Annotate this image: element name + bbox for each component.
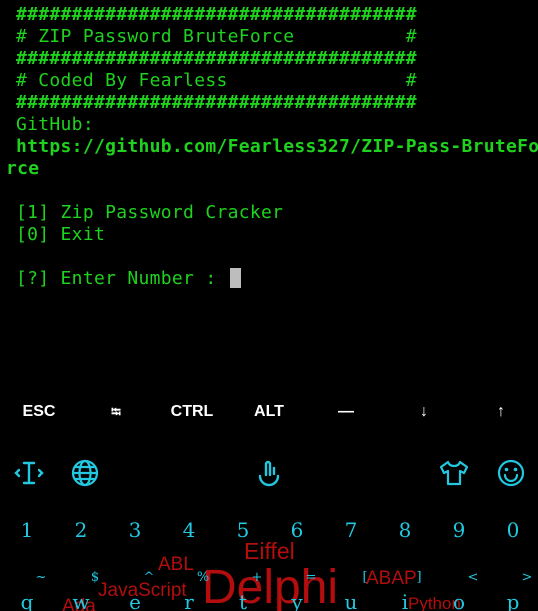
symbol-hint: [ (362, 570, 368, 585)
key-i[interactable]: i (390, 590, 420, 611)
key-u[interactable]: u (336, 590, 366, 611)
key-p[interactable]: p (498, 590, 528, 611)
symbol-hint: $ (90, 570, 100, 585)
key-4[interactable]: 4 (169, 518, 209, 542)
key-q[interactable]: q (12, 590, 42, 611)
symbol-hint: % (196, 570, 210, 585)
key-3[interactable]: 3 (115, 518, 155, 542)
extra-keys-row: ESC ⭾ CTRL ALT — ↓ ↑ (0, 392, 538, 432)
key-w[interactable]: w (66, 590, 96, 611)
key-7[interactable]: 7 (331, 518, 371, 542)
smiley-icon[interactable] (494, 456, 528, 490)
alt-key[interactable]: ALT (230, 392, 308, 432)
key-r[interactable]: r (174, 590, 204, 611)
touch-icon[interactable] (252, 456, 286, 490)
text-cursor (229, 268, 241, 288)
banner-title: # ZIP Password BruteForce # (16, 26, 417, 47)
key-5[interactable]: 5 (223, 518, 263, 542)
key-8[interactable]: 8 (385, 518, 425, 542)
tab-key[interactable]: ⭾ (78, 392, 154, 432)
symbol-hint: = (305, 570, 317, 585)
key-o[interactable]: o (444, 590, 474, 611)
github-label: GitHub: (16, 114, 94, 135)
github-url-wrap: rce (6, 158, 40, 179)
input-prompt: [?] Enter Number : (16, 268, 228, 289)
banner-border-mid: #################################### (16, 48, 417, 69)
github-url: https://github.com/Fearless327/ZIP-Pass-… (16, 136, 538, 157)
symbol-hint: ~ (35, 570, 47, 585)
esc-key[interactable]: ESC (0, 392, 78, 432)
soft-keyboard: ABL Eiffel JavaScript Delphi ABAP Python… (0, 432, 538, 611)
key-0[interactable]: 0 (493, 518, 533, 542)
banner-border-top: #################################### (16, 4, 417, 25)
dash-key[interactable]: — (308, 392, 384, 432)
menu-option-0: [0] Exit (16, 224, 106, 245)
text-cursor-icon[interactable] (12, 456, 46, 490)
globe-icon[interactable] (68, 456, 102, 490)
key-1[interactable]: 1 (7, 518, 47, 542)
terminal-screen[interactable]: #################################### # Z… (0, 0, 538, 392)
key-9[interactable]: 9 (439, 518, 479, 542)
key-e[interactable]: e (120, 590, 150, 611)
symbol-hint: + (251, 570, 263, 585)
key-y[interactable]: y (282, 590, 312, 611)
menu-option-1: [1] Zip Password Cracker (16, 202, 284, 223)
banner-author: # Coded By Fearless # (16, 70, 417, 91)
input-prompt-line[interactable]: [?] Enter Number : (16, 268, 241, 290)
theme-word: Delphi (202, 561, 339, 611)
down-arrow-key[interactable]: ↓ (384, 392, 464, 432)
key-t[interactable]: t (228, 590, 258, 611)
banner-border-bottom: #################################### (16, 92, 417, 113)
symbol-hint: ^ (143, 570, 155, 585)
shirt-icon[interactable] (437, 456, 471, 490)
symbol-hint: ] (416, 570, 422, 585)
symbol-hint: < (467, 570, 479, 585)
key-6[interactable]: 6 (277, 518, 317, 542)
key-2[interactable]: 2 (61, 518, 101, 542)
ctrl-key[interactable]: CTRL (154, 392, 230, 432)
symbol-hint: > (521, 570, 533, 585)
up-arrow-key[interactable]: ↑ (464, 392, 538, 432)
